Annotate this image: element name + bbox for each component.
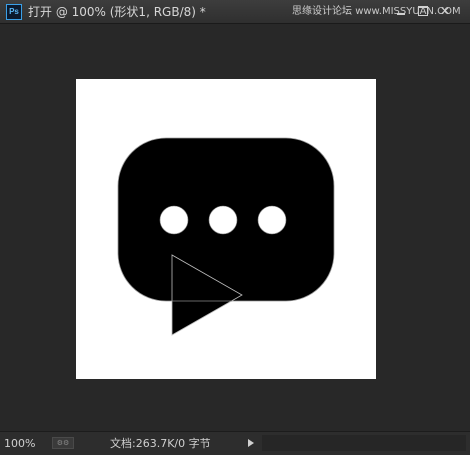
chat-bubble-artwork[interactable] xyxy=(76,79,376,379)
maximize-icon xyxy=(418,6,428,16)
close-icon: ✕ xyxy=(439,4,451,18)
document-canvas[interactable] xyxy=(76,79,376,379)
dot-left xyxy=(159,205,189,235)
zoom-level-field[interactable]: 100% xyxy=(4,436,35,451)
document-size-info: 文档:263.7K/0 字节 xyxy=(110,437,211,450)
photoshop-app-icon: Ps xyxy=(6,4,22,20)
title-bar[interactable]: Ps 打开 @ 100% (形状1, RGB/8) * 思缘设计论坛 www.M… xyxy=(0,0,470,24)
watermark-cn: 思缘设计论坛 xyxy=(292,6,352,17)
close-button[interactable]: ✕ xyxy=(436,3,454,19)
canvas-workspace[interactable] xyxy=(0,24,470,431)
status-settings-icon[interactable]: ⚙⚙ xyxy=(52,437,74,449)
document-tab-title[interactable]: 打开 @ 100% (形状1, RGB/8) * xyxy=(28,4,206,20)
status-bar: 100% ⚙⚙ 文档:263.7K/0 字节 xyxy=(0,431,470,455)
photoshop-document-window: Ps 打开 @ 100% (形状1, RGB/8) * 思缘设计论坛 www.M… xyxy=(0,0,470,455)
status-menu-arrow-icon[interactable] xyxy=(248,439,254,447)
dot-middle xyxy=(208,205,238,235)
minimize-button[interactable] xyxy=(392,3,410,19)
minimize-icon xyxy=(397,13,405,15)
maximize-button[interactable] xyxy=(414,3,432,19)
dot-right xyxy=(257,205,287,235)
horizontal-scrollbar[interactable] xyxy=(262,435,466,451)
